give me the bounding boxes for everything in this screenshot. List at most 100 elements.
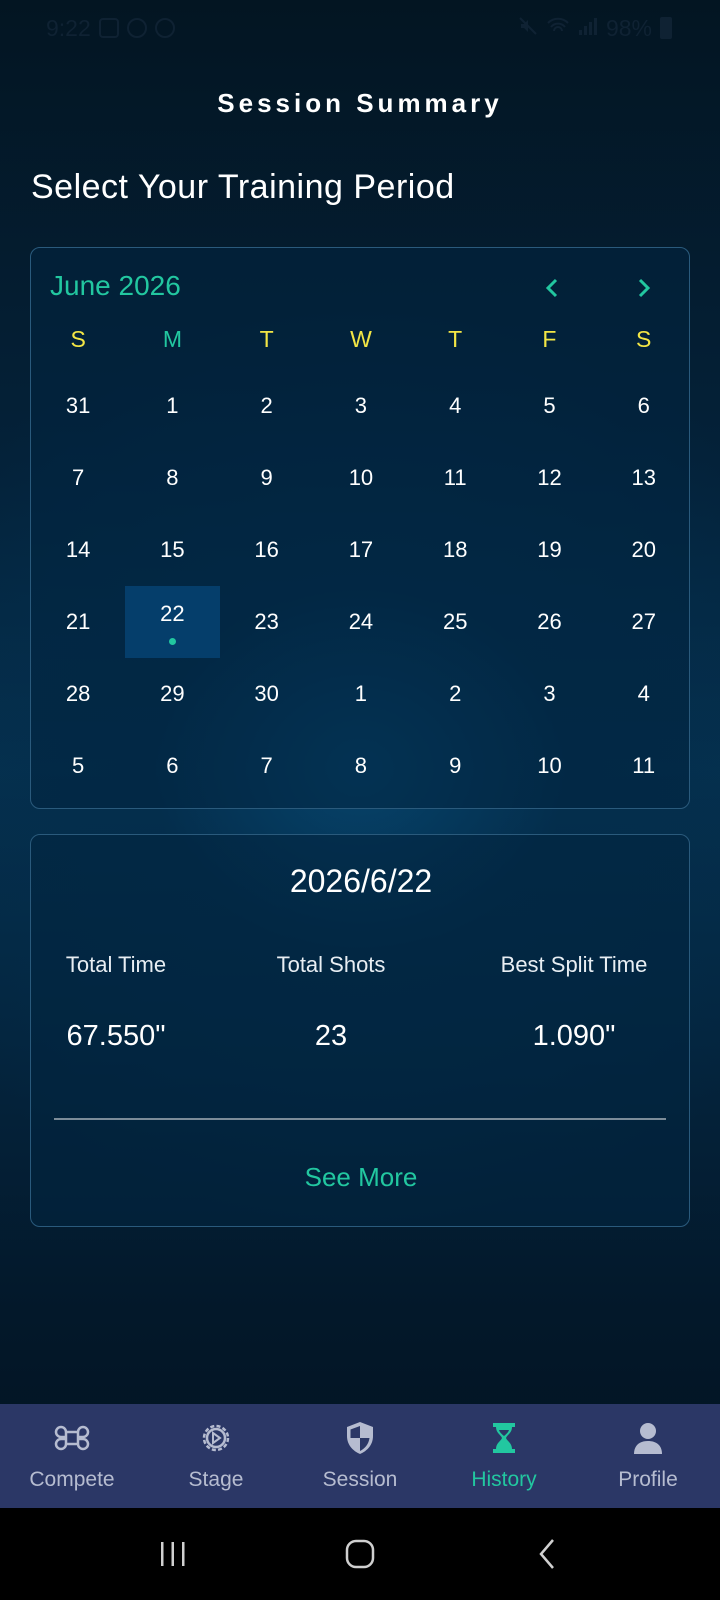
divider [54, 1118, 666, 1120]
home-icon [345, 1539, 375, 1569]
calendar-day[interactable]: 11 [408, 442, 502, 514]
recent-apps-button[interactable] [143, 1524, 203, 1584]
weekday-saturday: S [636, 325, 652, 352]
next-month-button[interactable] [622, 266, 666, 310]
calendar-day[interactable]: 16 [220, 514, 314, 586]
nav-label: Stage [188, 1468, 244, 1491]
battery-icon [660, 17, 672, 39]
nav-label: Profile [618, 1468, 678, 1491]
calendar-day[interactable]: 26 [502, 586, 596, 658]
calendar-day[interactable]: 6 [125, 730, 219, 802]
stat-best-split-time: Best Split Time 1.090" [479, 952, 669, 1053]
calendar-day[interactable]: 8 [125, 442, 219, 514]
stat-label: Total Time [65, 952, 167, 977]
calendar-day[interactable]: 20 [597, 514, 691, 586]
nav-label: History [471, 1468, 537, 1491]
calendar-day[interactable]: 18 [408, 514, 502, 586]
calendar-day[interactable]: 11 [597, 730, 691, 802]
calendar-day[interactable]: 4 [408, 370, 502, 442]
status-bar-left: 9:22 [46, 15, 175, 42]
weekday-wednesday: W [350, 325, 372, 352]
chevron-left-icon [545, 278, 558, 298]
calendar-day[interactable]: 15 [125, 514, 219, 586]
calendar-day-selected[interactable]: 22 [125, 586, 220, 658]
calendar-day[interactable]: 9 [408, 730, 502, 802]
calendar-day[interactable]: 2 [220, 370, 314, 442]
weekday-thursday: T [448, 325, 463, 352]
stat-value: 23 [314, 1020, 348, 1052]
calendar-day[interactable]: 28 [31, 658, 125, 730]
calendar-day[interactable]: 10 [314, 442, 408, 514]
calendar-day[interactable]: 12 [502, 442, 596, 514]
calendar-day[interactable]: 3 [314, 370, 408, 442]
whatsapp-notification-icon [126, 18, 147, 38]
calendar-day[interactable]: 10 [502, 730, 596, 802]
back-icon [538, 1539, 554, 1569]
session-summary-card: 2026/6/22 Total Time 67.550" Total Shots… [30, 834, 690, 1227]
stat-label: Best Split Time [500, 952, 648, 977]
calendar-day[interactable]: 30 [220, 658, 314, 730]
weekday-header-row: S M T W T F S [31, 308, 691, 370]
stat-value: 1.090" [532, 1020, 616, 1052]
hourglass-icon [493, 1423, 515, 1453]
calendar-month-label: June 2026 [50, 270, 181, 301]
calendar-day[interactable]: 3 [502, 658, 596, 730]
calendar-day[interactable]: 21 [31, 586, 125, 658]
see-more-button[interactable]: See More [31, 1162, 691, 1193]
calendar-day[interactable]: 29 [125, 658, 219, 730]
calendar-day[interactable]: 7 [31, 442, 125, 514]
calendar-day[interactable]: 6 [597, 370, 691, 442]
back-button[interactable] [517, 1524, 577, 1584]
status-bar: 9:22 98% [0, 0, 720, 56]
shield-icon [347, 1422, 373, 1454]
calendar-day[interactable]: 8 [314, 730, 408, 802]
previous-month-button[interactable] [530, 266, 574, 310]
calendar-day[interactable]: 1 [314, 658, 408, 730]
calendar-day[interactable]: 19 [502, 514, 596, 586]
calendar-day[interactable]: 1 [125, 370, 219, 442]
nav-profile[interactable]: Profile [576, 1404, 720, 1508]
calendar-week-row: 7 8 9 10 11 12 13 [31, 442, 691, 514]
calendar-day[interactable]: 9 [220, 442, 314, 514]
nav-stage[interactable]: Stage [144, 1404, 288, 1508]
calendar-day[interactable]: 24 [314, 586, 408, 658]
wifi-icon [546, 15, 570, 42]
weekday-tuesday: T [259, 325, 274, 352]
calendar-day[interactable]: 2 [408, 658, 502, 730]
chevron-right-icon [638, 278, 651, 298]
signal-icon [578, 15, 598, 42]
session-indicator-dot [169, 638, 177, 645]
status-time: 9:22 [46, 14, 91, 41]
stat-total-time: Total Time 67.550" [41, 952, 191, 1053]
nav-history[interactable]: History [432, 1404, 576, 1508]
calendar-day[interactable]: 27 [597, 586, 691, 658]
app-notification-icon [154, 18, 175, 38]
weekday-friday: F [542, 325, 557, 352]
nav-compete[interactable]: Compete [0, 1404, 144, 1508]
calendar-day[interactable]: 5 [502, 370, 596, 442]
mute-icon [518, 15, 538, 42]
calendar-week-row: 21 22 23 24 25 26 27 [31, 586, 691, 658]
calendar-day[interactable]: 4 [597, 658, 691, 730]
home-button[interactable] [330, 1524, 390, 1584]
calendar-day[interactable]: 31 [31, 370, 125, 442]
calendar-day[interactable]: 25 [408, 586, 502, 658]
stat-label: Total Shots [276, 952, 386, 977]
command-icon [54, 1425, 90, 1451]
battery-percent: 98% [605, 14, 652, 41]
nav-label: Compete [29, 1468, 115, 1491]
calendar-day[interactable]: 14 [31, 514, 125, 586]
calendar-grid: S M T W T F S 31 1 2 3 4 5 6 7 8 9 10 11… [31, 308, 691, 802]
calendar-week-row: 5 6 7 8 9 10 11 [31, 730, 691, 802]
nav-session[interactable]: Session [288, 1404, 432, 1508]
system-navigation-bar [0, 1508, 720, 1600]
summary-date: 2026/6/22 [289, 863, 433, 899]
stat-value: 67.550" [66, 1020, 166, 1052]
calendar-day[interactable]: 7 [220, 730, 314, 802]
calendar-day[interactable]: 5 [31, 730, 125, 802]
selected-day-number: 22 [160, 601, 185, 626]
calendar-day[interactable]: 17 [314, 514, 408, 586]
calendar-day[interactable]: 23 [220, 586, 314, 658]
calendar: June 2026 S M T W T F S 31 1 2 3 4 5 6 7… [30, 247, 690, 809]
calendar-day[interactable]: 13 [597, 442, 691, 514]
